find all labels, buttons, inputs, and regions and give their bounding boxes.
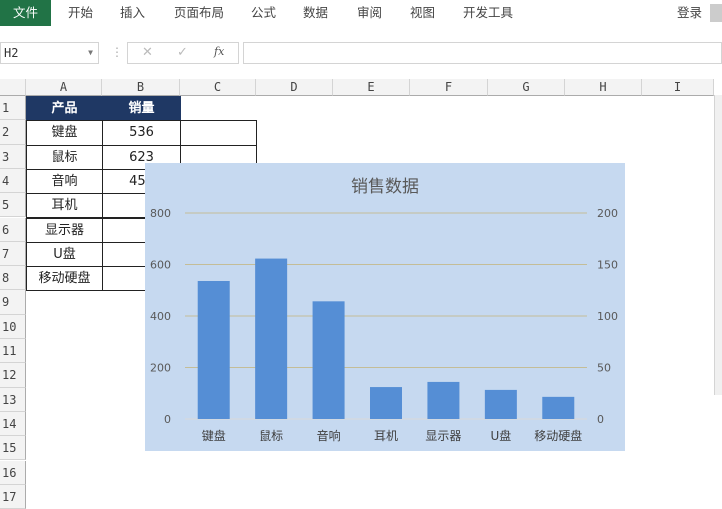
sales-chart[interactable]: 销售数据 0 200 400 600 800 0 50 100 150 200 键盘 鼠标 音响 耳机 显示器…	[145, 163, 625, 451]
login-link[interactable]: 登录	[677, 0, 702, 26]
check-icon[interactable]: ✓	[177, 45, 188, 60]
row-header[interactable]: 14	[0, 411, 26, 437]
row-header[interactable]: 1	[0, 96, 26, 121]
x-tick-label: 键盘	[202, 428, 226, 443]
x-tick-label: 显示器	[425, 429, 461, 443]
row-header[interactable]: 15	[0, 436, 26, 461]
y2-tick-label: 200	[597, 207, 618, 220]
row-header[interactable]: 2	[0, 120, 26, 145]
column-header[interactable]: C	[180, 79, 256, 96]
empty-cell[interactable]	[180, 120, 257, 146]
row-header[interactable]: 5	[0, 193, 26, 218]
row-header[interactable]: 7	[0, 241, 26, 267]
ribbon-tab[interactable]: 开发工具	[463, 0, 513, 26]
y2-tick-label: 50	[597, 362, 611, 375]
y-tick-label: 800	[150, 207, 171, 220]
ribbon-tab[interactable]: 视图	[410, 0, 435, 26]
drag-handle-icon[interactable]: ⋮	[111, 45, 123, 59]
row-header[interactable]: 13	[0, 387, 26, 412]
row-header[interactable]: 16	[0, 460, 26, 485]
x-tick-label: U盘	[490, 428, 511, 443]
row-header[interactable]: 17	[0, 484, 26, 509]
x-tick-label: 音响	[317, 428, 341, 443]
column-header[interactable]: B	[102, 79, 180, 96]
row-header[interactable]: 11	[0, 339, 26, 364]
bar-耳机	[370, 387, 402, 419]
row-header[interactable]: 4	[0, 168, 26, 194]
ribbon-tab[interactable]: 数据	[303, 0, 328, 26]
table-header-cell[interactable]: 产品	[26, 96, 103, 121]
product-cell[interactable]: 移动硬盘	[26, 266, 103, 292]
product-cell[interactable]: 耳机	[26, 193, 103, 219]
row-header[interactable]: 9	[0, 290, 26, 315]
product-cell[interactable]: 音响	[26, 168, 103, 195]
sales-cell[interactable]: 536	[102, 120, 181, 146]
fx-icon[interactable]: fx	[214, 45, 224, 58]
column-header[interactable]: I	[642, 79, 714, 96]
column-header[interactable]: A	[26, 79, 102, 96]
row-header[interactable]: 12	[0, 363, 26, 388]
ribbon-tab[interactable]: 审阅	[357, 0, 382, 26]
y-tick-label: 400	[150, 310, 171, 323]
file-tab[interactable]: 文件	[0, 0, 51, 26]
product-cell[interactable]: U盘	[26, 241, 103, 268]
product-cell[interactable]: 鼠标	[26, 144, 103, 170]
product-cell[interactable]: 显示器	[26, 217, 103, 243]
ribbon-tab[interactable]: 插入	[120, 0, 145, 26]
x-tick-label: 耳机	[374, 429, 398, 443]
ribbon-tab[interactable]: 公式	[251, 0, 276, 26]
ribbon-tabs: 文件 开始 插入 页面布局 公式 数据 审阅 视图 开发工具 登录	[0, 0, 722, 26]
table-header-cell[interactable]: 销量	[102, 96, 181, 121]
column-header[interactable]: F	[410, 79, 488, 96]
x-tick-label: 移动硬盘	[534, 428, 582, 443]
column-header[interactable]: D	[256, 79, 333, 96]
ribbon-tab[interactable]: 开始	[68, 0, 93, 26]
column-header[interactable]: H	[565, 79, 642, 96]
bar-音响	[312, 301, 345, 419]
chart-svg: 销售数据 0 200 400 600 800 0 50 100 150 200 键盘 鼠标 音响 耳机 显示器…	[150, 177, 618, 443]
product-cell[interactable]: 键盘	[26, 120, 103, 146]
formula-buttons: ✕ ✓ fx	[127, 42, 239, 64]
name-box[interactable]: H2 ▼	[0, 42, 99, 64]
row-header[interactable]: 8	[0, 266, 26, 291]
column-header[interactable]: E	[333, 79, 410, 96]
select-all-corner[interactable]	[0, 79, 26, 96]
y-tick-label: 600	[150, 259, 171, 272]
row-header[interactable]: 6	[0, 217, 26, 242]
avatar[interactable]	[710, 4, 722, 22]
vertical-scrollbar[interactable]	[714, 95, 722, 395]
formula-bar: H2 ▼ ⋮ ✕ ✓ fx	[0, 42, 722, 66]
formula-input[interactable]	[243, 42, 722, 64]
bar-键盘	[197, 280, 230, 419]
bar-显示器	[427, 381, 460, 419]
y-tick-label: 0	[164, 413, 171, 426]
y-tick-label: 200	[150, 362, 171, 375]
bar-移动硬盘	[542, 396, 575, 419]
bar-U盘	[484, 389, 517, 419]
x-tick-label: 鼠标	[259, 429, 283, 443]
y2-tick-label: 100	[597, 310, 618, 323]
column-header[interactable]: G	[488, 79, 565, 96]
ribbon-tab[interactable]: 页面布局	[174, 0, 224, 26]
name-box-value: H2	[4, 46, 19, 60]
y2-tick-label: 150	[597, 259, 618, 272]
row-header[interactable]: 10	[0, 314, 26, 339]
cancel-icon[interactable]: ✕	[142, 45, 153, 60]
chevron-down-icon[interactable]: ▼	[88, 43, 93, 63]
chart-title: 销售数据	[351, 177, 419, 197]
row-header[interactable]: 3	[0, 144, 26, 169]
bar-鼠标	[255, 258, 288, 419]
y2-tick-label: 0	[597, 413, 604, 426]
